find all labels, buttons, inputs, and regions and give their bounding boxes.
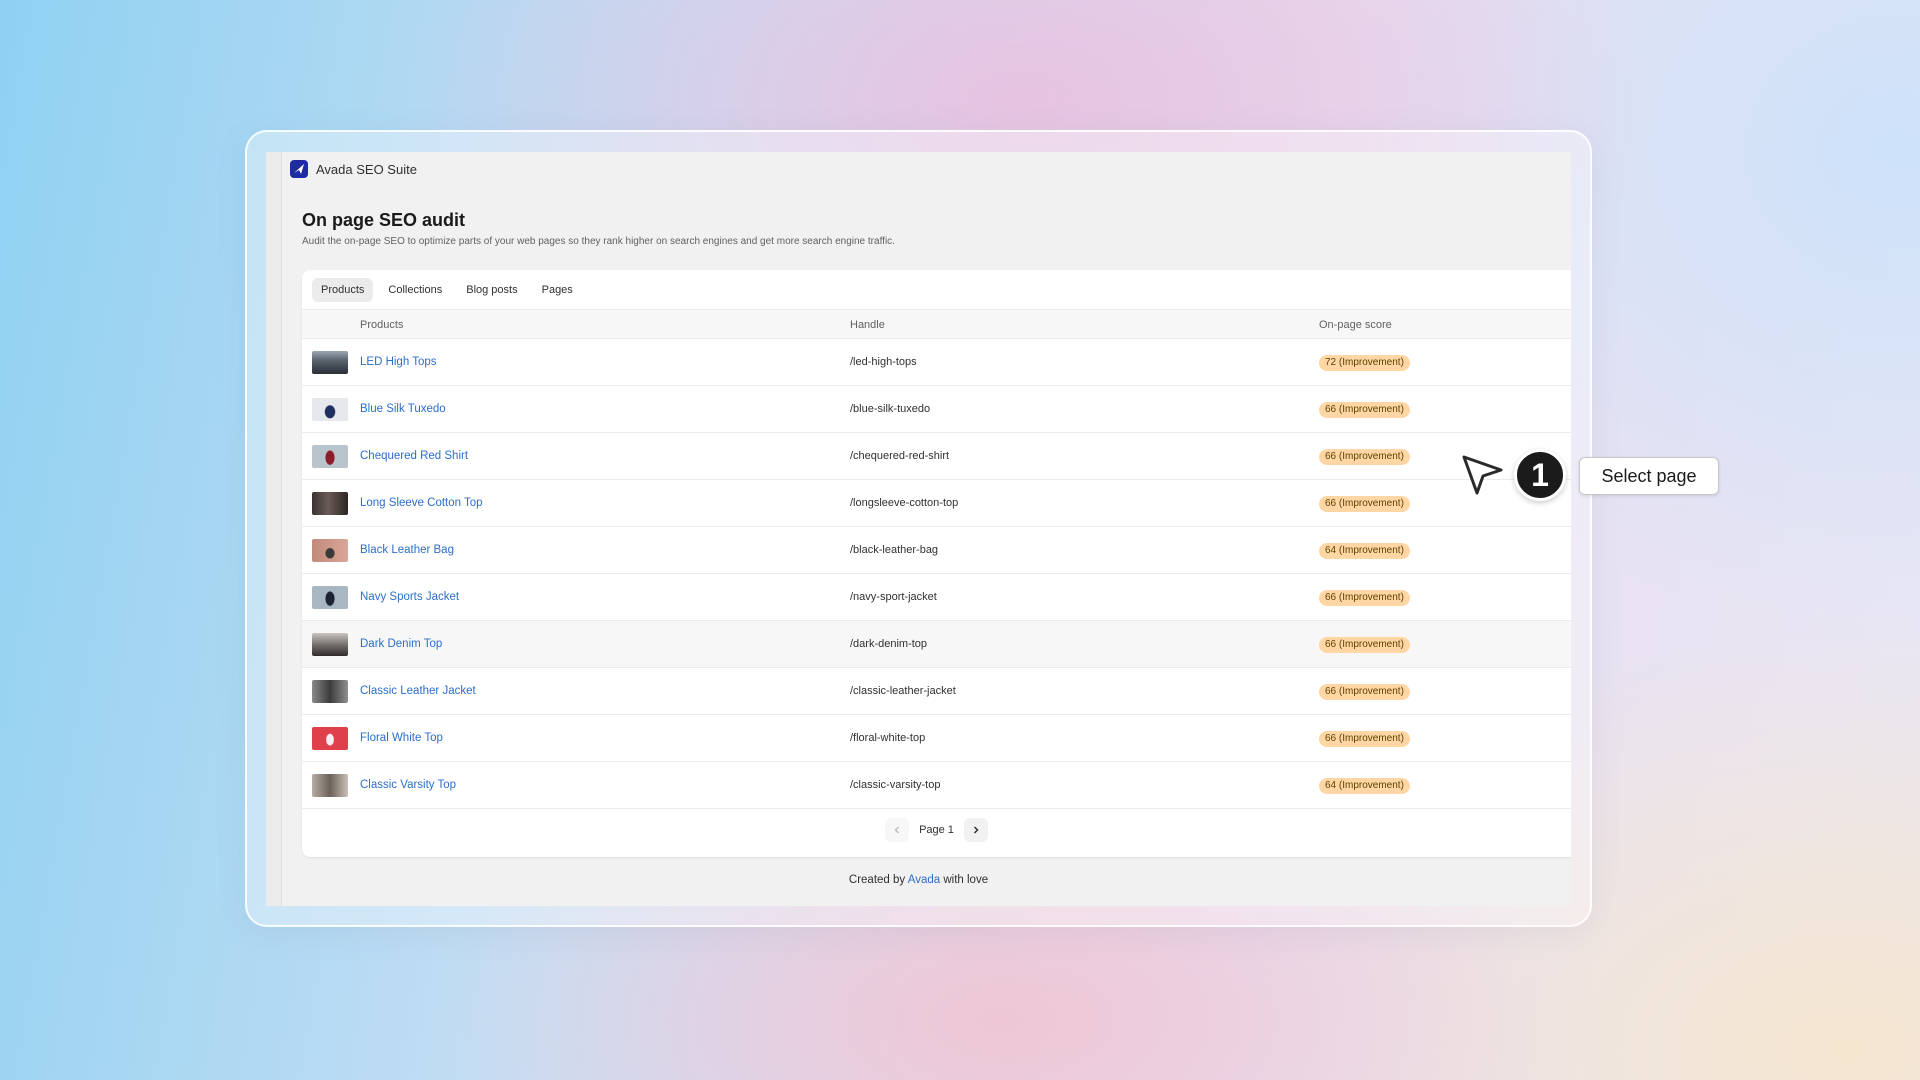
next-page-button[interactable] xyxy=(963,818,988,842)
table-row[interactable]: Chequered Red Shirt /chequered-red-shirt… xyxy=(302,433,1571,480)
score-badge: 64 (Improvement) xyxy=(1319,543,1410,559)
product-link[interactable]: LED High Tops xyxy=(360,339,437,386)
table-row[interactable]: Black Leather Bag /black-leather-bag 64 … xyxy=(302,527,1571,574)
product-handle: /led-high-tops xyxy=(850,356,917,368)
product-handle: /floral-white-top xyxy=(850,732,926,744)
score-badge: 66 (Improvement) xyxy=(1319,731,1410,747)
chevron-right-icon xyxy=(973,826,979,834)
left-edge xyxy=(266,152,282,906)
page-description: Audit the on-page SEO to optimize parts … xyxy=(302,236,895,247)
footer: Created by Avada with love xyxy=(266,874,1571,886)
product-handle: /dark-denim-top xyxy=(850,638,928,650)
table-header: Products Handle On-page score xyxy=(302,309,1571,339)
score-badge: 66 (Improvement) xyxy=(1319,496,1410,512)
footer-suffix: with love xyxy=(943,874,989,886)
table-row[interactable]: Dark Denim Top /dark-denim-top 66 (Impro… xyxy=(302,621,1571,668)
tab-products[interactable]: Products xyxy=(312,278,374,302)
product-handle: /classic-leather-jacket xyxy=(850,685,956,697)
tab-pages[interactable]: Pages xyxy=(533,278,582,302)
product-thumbnail xyxy=(312,727,348,750)
score-badge: 66 (Improvement) xyxy=(1319,402,1410,418)
product-link[interactable]: Classic Varsity Top xyxy=(360,762,456,809)
table-row[interactable]: Blue Silk Tuxedo /blue-silk-tuxedo 66 (I… xyxy=(302,386,1571,433)
product-link[interactable]: Black Leather Bag xyxy=(360,527,454,574)
app-window: Avada SEO Suite On page SEO audit Audit … xyxy=(266,152,1571,906)
pagination: Page 1 xyxy=(302,818,1571,842)
cursor-arrow-icon xyxy=(1462,455,1503,495)
product-handle: /longsleeve-cotton-top xyxy=(850,497,959,509)
table-row[interactable]: Floral White Top /floral-white-top 66 (I… xyxy=(302,715,1571,762)
product-thumbnail xyxy=(312,539,348,562)
score-badge: 66 (Improvement) xyxy=(1319,684,1410,700)
score-badge: 66 (Improvement) xyxy=(1319,637,1410,653)
score-badge: 64 (Improvement) xyxy=(1319,778,1410,794)
table-row[interactable]: LED High Tops /led-high-tops 72 (Improve… xyxy=(302,339,1571,386)
app-title: Avada SEO Suite xyxy=(316,161,417,177)
product-handle: /chequered-red-shirt xyxy=(850,450,950,462)
audit-card: Products Collections Blog posts Pages Pr… xyxy=(302,270,1571,857)
chevron-left-icon xyxy=(894,826,900,834)
score-badge: 66 (Improvement) xyxy=(1319,590,1410,606)
product-link[interactable]: Floral White Top xyxy=(360,715,443,762)
table-row[interactable]: Classic Leather Jacket /classic-leather-… xyxy=(302,668,1571,715)
product-link[interactable]: Classic Leather Jacket xyxy=(360,668,476,715)
app-header: Avada SEO Suite xyxy=(290,158,417,180)
product-thumbnail xyxy=(312,680,348,703)
product-thumbnail xyxy=(312,492,348,515)
product-handle: /navy-sport-jacket xyxy=(850,591,937,603)
column-header-handle: Handle xyxy=(850,319,885,331)
product-link[interactable]: Blue Silk Tuxedo xyxy=(360,386,446,433)
product-handle: /blue-silk-tuxedo xyxy=(850,403,931,415)
product-handle: /black-leather-bag xyxy=(850,544,939,556)
product-link[interactable]: Long Sleeve Cotton Top xyxy=(360,480,483,527)
footer-prefix: Created by xyxy=(848,874,906,886)
product-handle: /classic-varsity-top xyxy=(850,779,941,791)
score-badge: 66 (Improvement) xyxy=(1319,449,1410,465)
avada-link[interactable]: Avada xyxy=(908,874,940,886)
table-body: LED High Tops /led-high-tops 72 (Improve… xyxy=(302,339,1571,809)
product-link[interactable]: Chequered Red Shirt xyxy=(360,433,468,480)
select-page-callout: Select page xyxy=(1579,457,1719,495)
product-link[interactable]: Navy Sports Jacket xyxy=(360,574,459,621)
product-thumbnail xyxy=(312,633,348,656)
tab-collections[interactable]: Collections xyxy=(379,278,451,302)
column-header-products: Products xyxy=(360,319,404,331)
product-thumbnail xyxy=(312,586,348,609)
product-thumbnail xyxy=(312,445,348,468)
table-row[interactable]: Classic Varsity Top /classic-varsity-top… xyxy=(302,762,1571,809)
tab-blog-posts[interactable]: Blog posts xyxy=(457,278,526,302)
product-thumbnail xyxy=(312,398,348,421)
product-thumbnail xyxy=(312,351,348,374)
tab-bar: Products Collections Blog posts Pages xyxy=(312,278,582,302)
product-thumbnail xyxy=(312,774,348,797)
previous-page-button[interactable] xyxy=(885,818,910,842)
column-header-score: On-page score xyxy=(1319,319,1392,331)
product-link[interactable]: Dark Denim Top xyxy=(360,621,442,668)
step-number-badge: 1 xyxy=(1514,449,1566,501)
avada-logo-icon xyxy=(290,160,308,178)
score-badge: 72 (Improvement) xyxy=(1319,355,1410,371)
table-row[interactable]: Navy Sports Jacket /navy-sport-jacket 66… xyxy=(302,574,1571,621)
table-row[interactable]: Long Sleeve Cotton Top /longsleeve-cotto… xyxy=(302,480,1571,527)
page-indicator: Page 1 xyxy=(919,824,954,836)
page-title: On page SEO audit xyxy=(302,210,466,230)
